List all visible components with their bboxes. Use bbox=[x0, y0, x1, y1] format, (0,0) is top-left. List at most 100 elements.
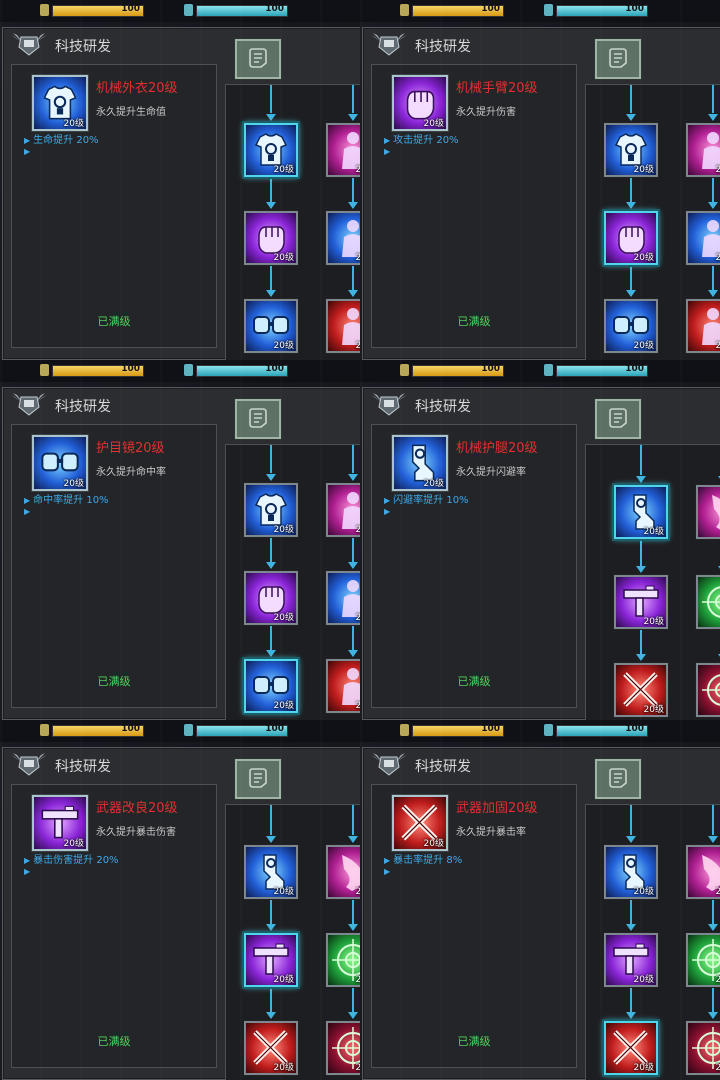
energy-value: 100 bbox=[625, 724, 644, 734]
hp-icon bbox=[40, 724, 49, 736]
skill-tree: 20级 20级 20级 20级 20级 20级 bbox=[225, 444, 360, 720]
hp-value: 100 bbox=[121, 4, 140, 14]
tree-node-body[interactable]: 20级 bbox=[326, 299, 360, 353]
screen-4: 100 100 科技研发 20级 机械护腿20级 永久提升闪避率 ▶ 闪避率提升 10% ▶ 已满… bbox=[360, 360, 720, 720]
tree-node-wing[interactable]: 20级 bbox=[326, 845, 360, 899]
tree-node-body[interactable]: 20级 bbox=[326, 123, 360, 177]
tree-node-target[interactable]: 20级 bbox=[696, 575, 720, 629]
skill-tree: 20级 20级 20级 20级 20级 20级 bbox=[585, 444, 720, 720]
tree-connector bbox=[712, 987, 714, 1013]
tree-connector bbox=[712, 85, 714, 113]
expand-arrow-icon: ▶ bbox=[384, 867, 391, 876]
tree-node-body[interactable]: 20级 bbox=[326, 659, 360, 713]
tree-node-wing[interactable]: 20级 bbox=[696, 485, 720, 539]
selected-skill-leg-icon: 20级 bbox=[392, 435, 448, 491]
tech-research-panel: 科技研发 20级 机械手臂20级 永久提升伤害 ▶ 攻击提升 20% ▶ 已满级 20级 20级 2… bbox=[362, 27, 720, 360]
down-arrow-icon bbox=[266, 114, 276, 121]
hp-icon bbox=[40, 364, 49, 376]
tree-node-target[interactable]: 20级 bbox=[696, 663, 720, 717]
hp-value: 100 bbox=[121, 364, 140, 374]
expand-arrow-icon: ▶ bbox=[384, 147, 391, 156]
node-level-badge: 20级 bbox=[273, 341, 294, 351]
tree-connector bbox=[352, 987, 354, 1013]
down-arrow-icon bbox=[636, 654, 646, 661]
tech-tree-button[interactable] bbox=[595, 399, 641, 439]
down-arrow-icon bbox=[348, 924, 358, 931]
tree-node-goggles-icon[interactable]: 20级 bbox=[604, 299, 658, 353]
hp-icon bbox=[40, 4, 49, 16]
energy-value: 100 bbox=[625, 4, 644, 14]
selected-skill-goggles-icon: 20级 bbox=[32, 435, 88, 491]
tree-node-body[interactable]: 20级 bbox=[686, 211, 720, 265]
tech-research-panel: 科技研发 20级 武器加固20级 永久提升暴击率 ▶ 暴击率提升 8% ▶ 已满级 20级 20级… bbox=[362, 747, 720, 1080]
tree-node-fist-icon[interactable]: 20级 bbox=[604, 211, 658, 265]
tech-tree-button[interactable] bbox=[235, 759, 281, 799]
tree-node-body[interactable]: 20级 bbox=[686, 299, 720, 353]
expand-arrow-icon: ▶ bbox=[384, 136, 391, 145]
down-arrow-icon bbox=[708, 290, 718, 297]
node-level-badge: 20级 bbox=[633, 253, 654, 263]
expand-arrow-icon: ▶ bbox=[24, 867, 31, 876]
bonus-text: 暴击伤害提升 20% bbox=[33, 855, 119, 866]
tree-node-shirt-icon[interactable]: 20级 bbox=[244, 123, 298, 177]
tree-node-gun-icon[interactable]: 20级 bbox=[244, 933, 298, 987]
down-arrow-icon bbox=[266, 290, 276, 297]
skill-description: 永久提升伤害 bbox=[456, 107, 516, 118]
tree-node-shirt-icon[interactable]: 20级 bbox=[604, 123, 658, 177]
expand-arrow-icon: ▶ bbox=[24, 136, 31, 145]
skill-tree: 20级 20级 20级 20级 20级 20级 bbox=[225, 804, 360, 1080]
tree-node-target[interactable]: 20级 bbox=[326, 1021, 360, 1075]
down-arrow-icon bbox=[348, 1012, 358, 1019]
bonus-line-empty: ▶ bbox=[24, 506, 33, 517]
tree-connector bbox=[352, 625, 354, 651]
tech-tree-button[interactable] bbox=[595, 39, 641, 79]
hp-bar: 100 bbox=[52, 364, 144, 377]
hp-bar: 100 bbox=[52, 724, 144, 737]
skill-name: 武器改良20级 bbox=[96, 801, 178, 816]
tree-node-target[interactable]: 20级 bbox=[686, 1021, 720, 1075]
node-level-badge: 20级 bbox=[643, 617, 664, 627]
tree-node-goggles-icon[interactable]: 20级 bbox=[244, 299, 298, 353]
tree-node-gun-icon[interactable]: 20级 bbox=[604, 933, 658, 987]
tree-node-shirt-icon[interactable]: 20级 bbox=[244, 483, 298, 537]
tree-node-body[interactable]: 20级 bbox=[326, 571, 360, 625]
tech-tree-button[interactable] bbox=[235, 39, 281, 79]
tree-node-body[interactable]: 20级 bbox=[686, 123, 720, 177]
tree-node-fist-icon[interactable]: 20级 bbox=[244, 211, 298, 265]
screen-6: 100 100 科技研发 20级 武器加固20级 永久提升暴击率 ▶ 暴击率提升 8% ▶ 已满级… bbox=[360, 720, 720, 1080]
emblem-icon bbox=[9, 391, 49, 417]
bonus-line-empty: ▶ bbox=[384, 506, 393, 517]
tree-node-body[interactable]: 20级 bbox=[326, 483, 360, 537]
skill-name: 机械护腿20级 bbox=[456, 441, 538, 456]
bonus-line-empty: ▶ bbox=[384, 146, 393, 157]
tree-node-gun-icon[interactable]: 20级 bbox=[614, 575, 668, 629]
tree-node-crossed-guns-icon[interactable]: 20级 bbox=[244, 1021, 298, 1075]
skill-detail: 20级 武器改良20级 永久提升暴击伤害 ▶ 暴击伤害提升 20% ▶ 已满级 bbox=[11, 784, 217, 1068]
skill-name: 机械手臂20级 bbox=[456, 81, 538, 96]
tree-node-fist-icon[interactable]: 20级 bbox=[244, 571, 298, 625]
down-arrow-icon bbox=[348, 474, 358, 481]
node-level-badge: 20级 bbox=[273, 165, 294, 175]
tree-node-wing[interactable]: 20级 bbox=[686, 845, 720, 899]
tree-node-goggles-icon[interactable]: 20级 bbox=[244, 659, 298, 713]
skill-name: 机械外衣20级 bbox=[96, 81, 178, 96]
tree-node-target[interactable]: 20级 bbox=[686, 933, 720, 987]
tech-tree-button[interactable] bbox=[235, 399, 281, 439]
tree-node-leg-icon[interactable]: 20级 bbox=[244, 845, 298, 899]
tree-icon bbox=[607, 47, 629, 69]
node-level-badge: 20级 bbox=[716, 972, 720, 985]
hp-icon bbox=[400, 724, 409, 736]
bonus-text: 暴击率提升 8% bbox=[393, 855, 463, 866]
node-level-badge: 20级 bbox=[643, 527, 664, 537]
node-level-badge: 20级 bbox=[633, 1063, 654, 1073]
tree-node-target[interactable]: 20级 bbox=[326, 933, 360, 987]
tree-node-crossed-guns-icon[interactable]: 20级 bbox=[604, 1021, 658, 1075]
tech-tree-button[interactable] bbox=[595, 759, 641, 799]
skill-level-badge: 20级 bbox=[423, 119, 444, 129]
down-arrow-icon bbox=[348, 290, 358, 297]
tree-node-leg-icon[interactable]: 20级 bbox=[604, 845, 658, 899]
tree-node-crossed-guns-icon[interactable]: 20级 bbox=[614, 663, 668, 717]
tree-node-body[interactable]: 20级 bbox=[326, 211, 360, 265]
tree-node-leg-icon[interactable]: 20级 bbox=[614, 485, 668, 539]
status-hud: 100 100 bbox=[360, 720, 720, 742]
